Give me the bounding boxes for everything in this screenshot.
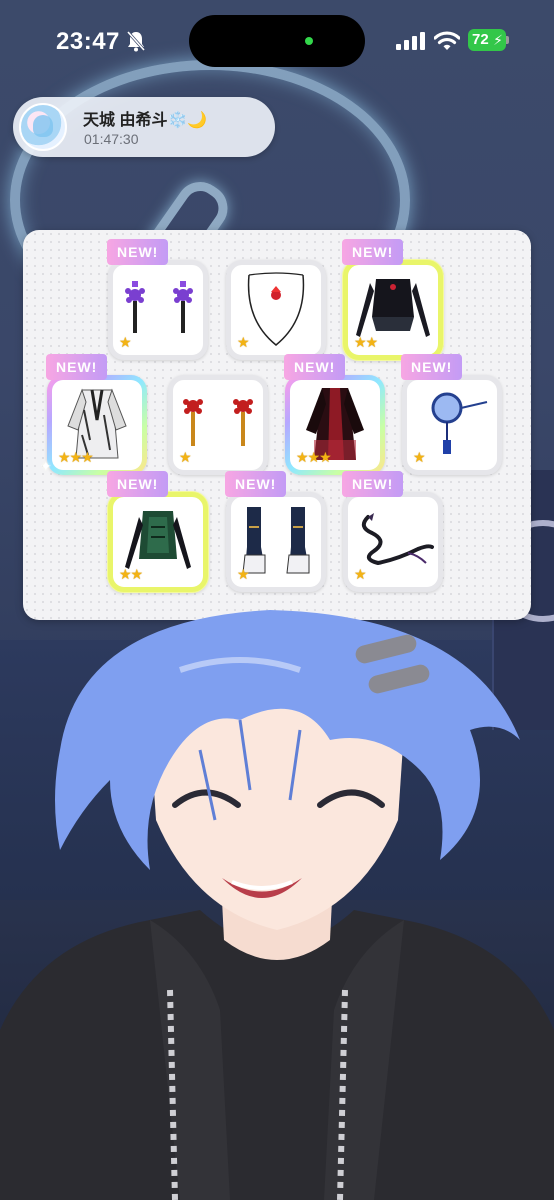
status-bar: 23:47 72 ⚡ [0, 0, 554, 80]
new-badge: NEW! [342, 471, 404, 497]
item-card[interactable]: NEW! ★ [401, 354, 502, 475]
rarity-stars: ★ [413, 449, 426, 465]
rarity-stars: ★★★ [58, 449, 94, 465]
new-badge: NEW! [46, 354, 108, 380]
bell-slash-icon [126, 31, 146, 52]
wifi-icon [434, 31, 460, 50]
vtuber-avatar [0, 610, 554, 1200]
item-card[interactable]: NEW! ★ [107, 239, 208, 360]
item-card[interactable]: ★ [226, 260, 326, 360]
avatar [19, 103, 67, 151]
item-card[interactable]: NEW! ★ [225, 471, 326, 592]
new-badge: NEW! [107, 239, 169, 265]
elapsed-time: 01:47:30 [84, 131, 139, 147]
new-badge: NEW! [225, 471, 287, 497]
new-items-panel: NEW! ★ ★ NEW! ★★ NEW! ★★★ ✦ ★ NEW! ★★★ N… [23, 230, 531, 620]
camera-indicator-dot [305, 37, 313, 45]
rarity-stars: ★★ [119, 566, 143, 582]
item-card[interactable]: NEW! ★★★ ✦ [40, 354, 147, 475]
new-badge: NEW! [342, 239, 404, 265]
item-card[interactable]: ★ [168, 375, 268, 475]
dynamic-island [189, 15, 365, 67]
item-card[interactable]: NEW! ★ [342, 471, 443, 592]
item-card[interactable]: NEW! ★★★ [284, 354, 385, 475]
battery-cap [506, 36, 509, 44]
rarity-stars: ★ [237, 334, 250, 350]
profile-name: 天城 由希斗❄️🌙 [83, 112, 208, 129]
item-card[interactable]: NEW! ★★ [342, 239, 443, 360]
profile-chip[interactable]: 天城 由希斗❄️🌙 01:47:30 [13, 97, 275, 157]
sparkle-icon: ✦ [40, 458, 52, 474]
new-badge: NEW! [401, 354, 463, 380]
rarity-stars: ★ [119, 334, 132, 350]
battery-indicator: 72 ⚡ [468, 29, 506, 51]
charging-bolt-icon: ⚡ [493, 32, 503, 48]
rarity-stars: ★★★ [296, 449, 332, 465]
item-card[interactable]: NEW! ★★ [107, 471, 208, 592]
rarity-stars: ★★ [354, 334, 378, 350]
new-badge: NEW! [107, 471, 169, 497]
rarity-stars: ★ [354, 566, 367, 582]
rarity-stars: ★ [179, 449, 192, 465]
rarity-stars: ★ [237, 566, 250, 582]
clock-time: 23:47 [56, 28, 120, 55]
new-badge: NEW! [284, 354, 346, 380]
battery-percent: 72 [472, 31, 489, 48]
cellular-signal-icon [396, 32, 425, 50]
